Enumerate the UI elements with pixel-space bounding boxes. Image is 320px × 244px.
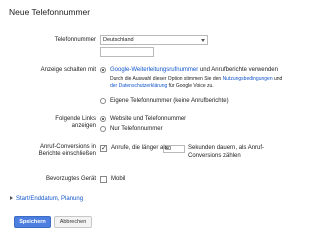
google-forwarding-radio[interactable] (100, 67, 106, 73)
schedule-expander[interactable]: Start/Enddatum, Planung (10, 196, 83, 202)
conversions-label: Anruf-Conversions in Berichte einschließ… (38, 144, 96, 157)
google-forwarding-suffix: und Anrufberichte verwenden (198, 67, 278, 73)
preferred-device-label: Bevorzugtes Gerät (45, 176, 96, 182)
chevron-down-icon (201, 39, 205, 42)
mobile-checkbox[interactable] (100, 176, 107, 183)
dialog-title: Neue Telefonnummer (9, 7, 91, 17)
new-phone-number-dialog: Neue Telefonnummer Telefonnummer Deutsch… (0, 0, 300, 244)
conversions-text-after: Sekunden dauern, als Anruf- (188, 145, 265, 151)
cancel-button[interactable]: Abbrechen (54, 216, 92, 228)
display-as-label: Anzeige schalten mit (40, 67, 96, 73)
own-number-radio[interactable] (100, 98, 106, 104)
country-select-value: Deutschland (103, 37, 134, 43)
expand-arrow-icon (10, 196, 13, 201)
phone-only-radio[interactable] (100, 126, 106, 132)
website-and-phone-option: Website und Telefonnummer (110, 116, 187, 122)
conversions-text-before: Anrufe, die länger als (111, 145, 168, 151)
google-forwarding-link[interactable]: Google-Weiterleitungsrufnummer (110, 67, 198, 73)
own-number-option: Eigene Telefonnummer (keine Anrufbericht… (110, 98, 229, 104)
website-and-phone-radio[interactable] (100, 116, 106, 122)
mobile-option: Mobil (111, 176, 126, 182)
show-links-label: Folgende Links anzeigen (55, 116, 96, 129)
schedule-link[interactable]: Start/Enddatum, Planung (16, 196, 83, 202)
phone-number-input[interactable] (100, 47, 154, 57)
conversions-text-line2: Conversions zählen (188, 153, 241, 159)
seconds-input[interactable]: 60 (163, 145, 185, 153)
save-button[interactable]: Speichern (14, 216, 51, 228)
phone-label: Telefonnummer (54, 37, 96, 43)
terms-description-line1: Durch die Auswahl dieser Option stimmen … (110, 76, 283, 82)
google-forwarding-option: Google-Weiterleitungsrufnummer und Anruf… (110, 67, 278, 74)
terms-link[interactable]: Nutzungsbedingungen (223, 76, 273, 82)
privacy-policy-link[interactable]: der Datenschutzerklärung (110, 83, 167, 89)
conversions-checkbox[interactable] (100, 144, 107, 152)
country-select[interactable]: Deutschland (100, 35, 208, 45)
terms-description-line2: der Datenschutzerklärung für Google Voic… (110, 83, 214, 89)
phone-only-option: Nur Telefonnummer (110, 126, 163, 132)
